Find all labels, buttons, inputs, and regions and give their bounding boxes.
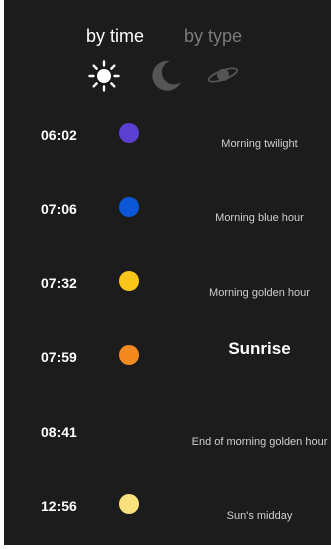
event-row[interactable]: 07:06 Morning blue hour [4,197,331,241]
event-time: 07:32 [41,275,77,291]
moon-icon[interactable] [148,58,184,94]
tab-by-time[interactable]: by time [86,26,144,46]
event-row[interactable]: 07:59 Sunrise [4,339,331,389]
event-label: Sunrise [228,339,291,358]
event-row[interactable]: 12:56 Sun's midday [4,494,331,538]
tab-by-type[interactable]: by type [184,26,242,46]
event-color-dot [119,494,139,514]
planet-icon[interactable] [206,63,240,87]
event-row[interactable]: 07:32 Morning golden hour [4,271,331,315]
event-color-dot [119,271,139,291]
event-label: Morning twilight [221,138,298,150]
event-label: Morning blue hour [215,212,304,224]
app-screen: by time by type 06:02 Morning twilight 0… [4,0,331,545]
event-time: 07:59 [41,349,77,365]
sun-icon[interactable] [88,60,120,92]
event-row[interactable]: 06:02 Morning twilight [4,123,331,167]
event-time: 12:56 [41,498,77,514]
event-label: End of morning golden hour [191,436,328,448]
event-time: 07:06 [41,201,77,217]
event-time: 06:02 [41,127,77,143]
event-time: 08:41 [41,424,77,440]
event-label: Sun's midday [226,510,293,522]
event-color-dot [119,123,139,143]
event-color-dot [119,345,139,365]
event-row[interactable]: 08:41 End of morning golden hour [4,424,331,464]
event-label: Morning golden hour [209,287,310,299]
event-color-dot [119,197,139,217]
